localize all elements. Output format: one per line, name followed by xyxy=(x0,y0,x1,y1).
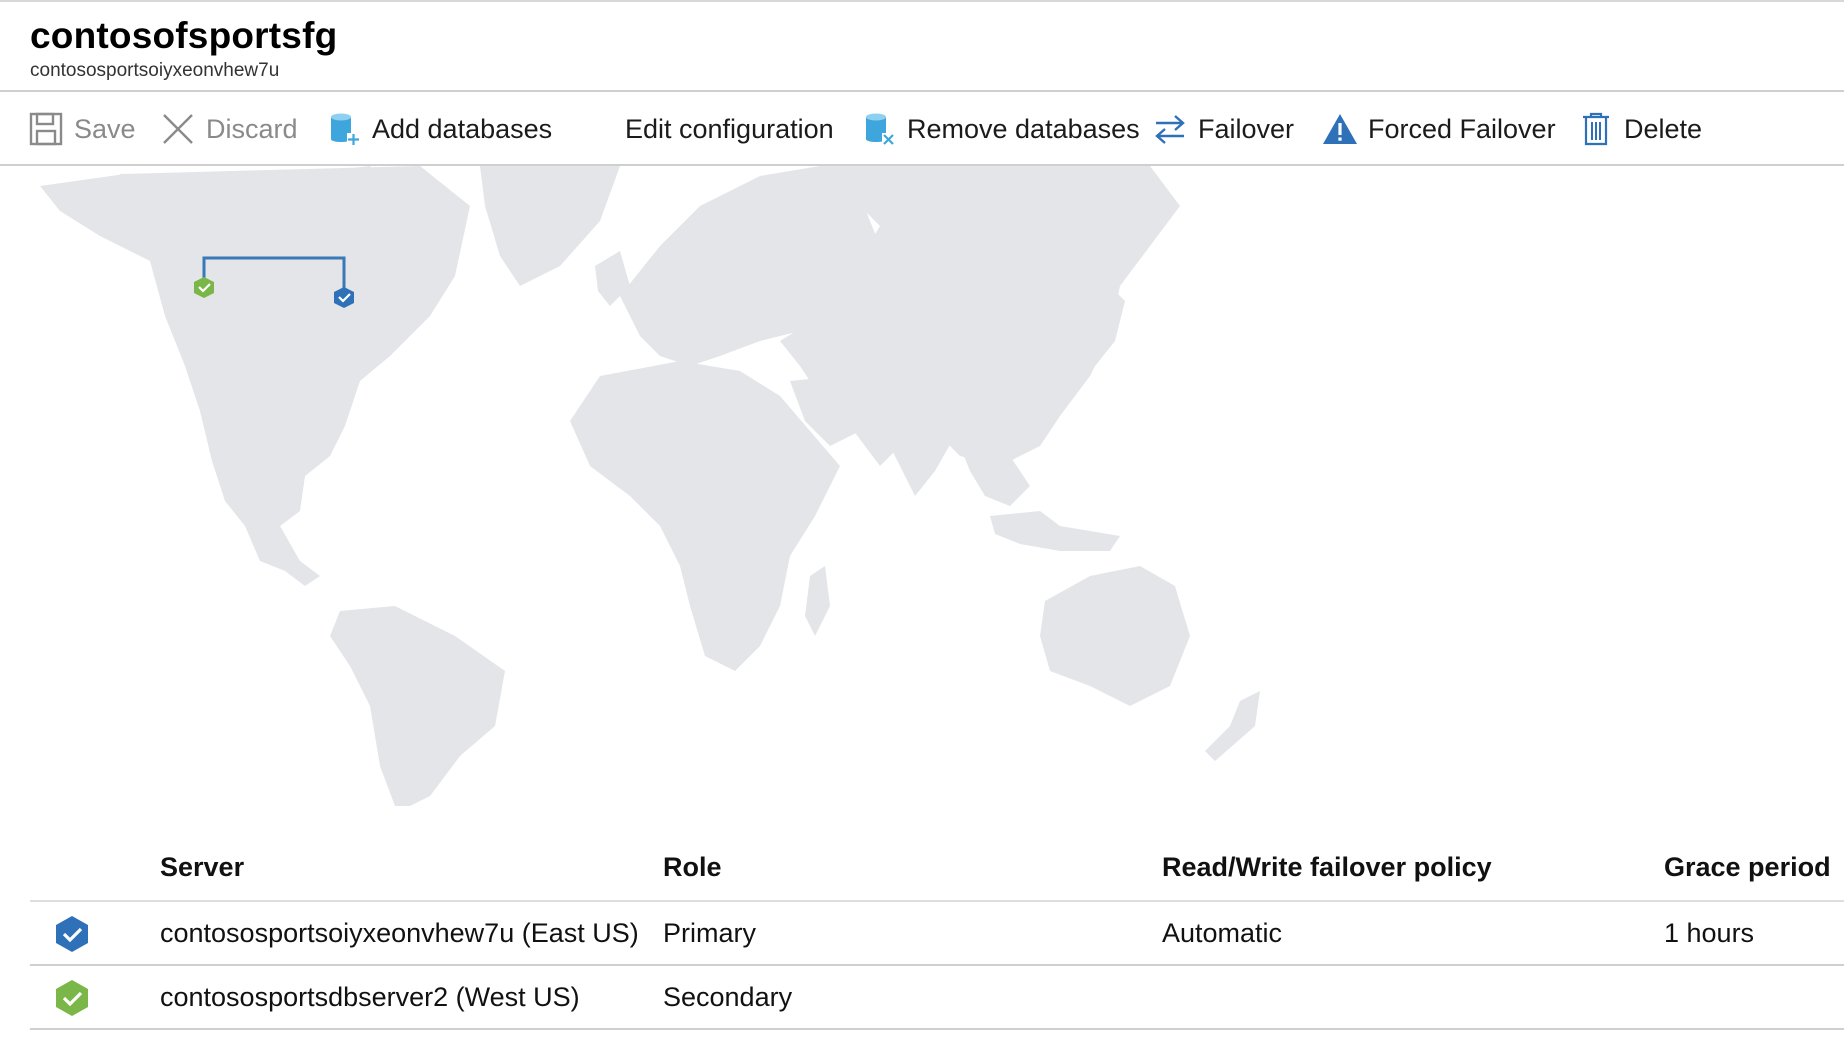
server-name: contososportsdbserver2 (West US) xyxy=(160,982,580,1012)
page-subtitle: contososportsoiyxeonvhew7u xyxy=(30,60,280,81)
discard-button[interactable]: Discard xyxy=(160,94,298,164)
forced-failover-label: Forced Failover xyxy=(1368,113,1556,144)
server-name: contososportsoiyxeonvhew7u (East US) xyxy=(160,918,639,948)
header-role: Role xyxy=(663,852,722,882)
save-label: Save xyxy=(74,113,136,144)
add-databases-label: Add databases xyxy=(372,113,553,144)
primary-server-icon xyxy=(56,916,88,952)
world-map xyxy=(40,166,1260,806)
edit-configuration-label: Edit configuration xyxy=(625,113,834,144)
close-icon xyxy=(160,111,196,147)
database-add-icon xyxy=(326,111,362,147)
failover-label: Failover xyxy=(1198,113,1295,144)
save-icon xyxy=(28,111,64,147)
warning-icon xyxy=(1322,111,1358,147)
remove-databases-button[interactable]: Remove databases xyxy=(861,94,1140,164)
failover-button[interactable]: Failover xyxy=(1152,94,1294,164)
header-policy: Read/Write failover policy xyxy=(1162,852,1492,882)
secondary-server-icon xyxy=(56,980,88,1016)
blade-header: contosofsportsfg contososportsoiyxeonvhe… xyxy=(30,14,337,83)
forced-failover-button[interactable]: Forced Failover xyxy=(1322,94,1556,164)
header-divider xyxy=(0,90,1844,92)
trash-icon xyxy=(1578,111,1614,147)
map-landmass xyxy=(40,166,1260,806)
database-remove-icon xyxy=(861,111,897,147)
header-server: Server xyxy=(160,852,245,882)
header-grace-period: Grace period xyxy=(1664,852,1831,882)
delete-button[interactable]: Delete xyxy=(1578,94,1702,164)
server-table: Server Role Read/Write failover policy G… xyxy=(30,838,1844,1030)
grace-period: 1 hours xyxy=(1664,918,1755,948)
save-button[interactable]: Save xyxy=(28,94,136,164)
table-header: Server Role Read/Write failover policy G… xyxy=(30,838,1844,902)
server-role: Secondary xyxy=(663,982,793,1012)
command-bar: Save Discard Add databases Edit configur… xyxy=(0,94,1844,164)
failover-policy: Automatic xyxy=(1162,918,1283,948)
remove-databases-label: Remove databases xyxy=(907,113,1140,144)
edit-configuration-button[interactable]: Edit configuration xyxy=(625,94,834,164)
table-row[interactable]: contososportsdbserver2 (West US) Seconda… xyxy=(30,966,1844,1030)
table-row[interactable]: contososportsoiyxeonvhew7u (East US) Pri… xyxy=(30,902,1844,966)
delete-label: Delete xyxy=(1624,113,1703,144)
discard-label: Discard xyxy=(206,113,298,144)
server-role: Primary xyxy=(663,918,756,948)
page-title: contosofsportsfg xyxy=(30,15,338,56)
add-databases-button[interactable]: Add databases xyxy=(326,94,552,164)
swap-arrows-icon xyxy=(1152,111,1188,147)
top-border xyxy=(0,0,1844,2)
